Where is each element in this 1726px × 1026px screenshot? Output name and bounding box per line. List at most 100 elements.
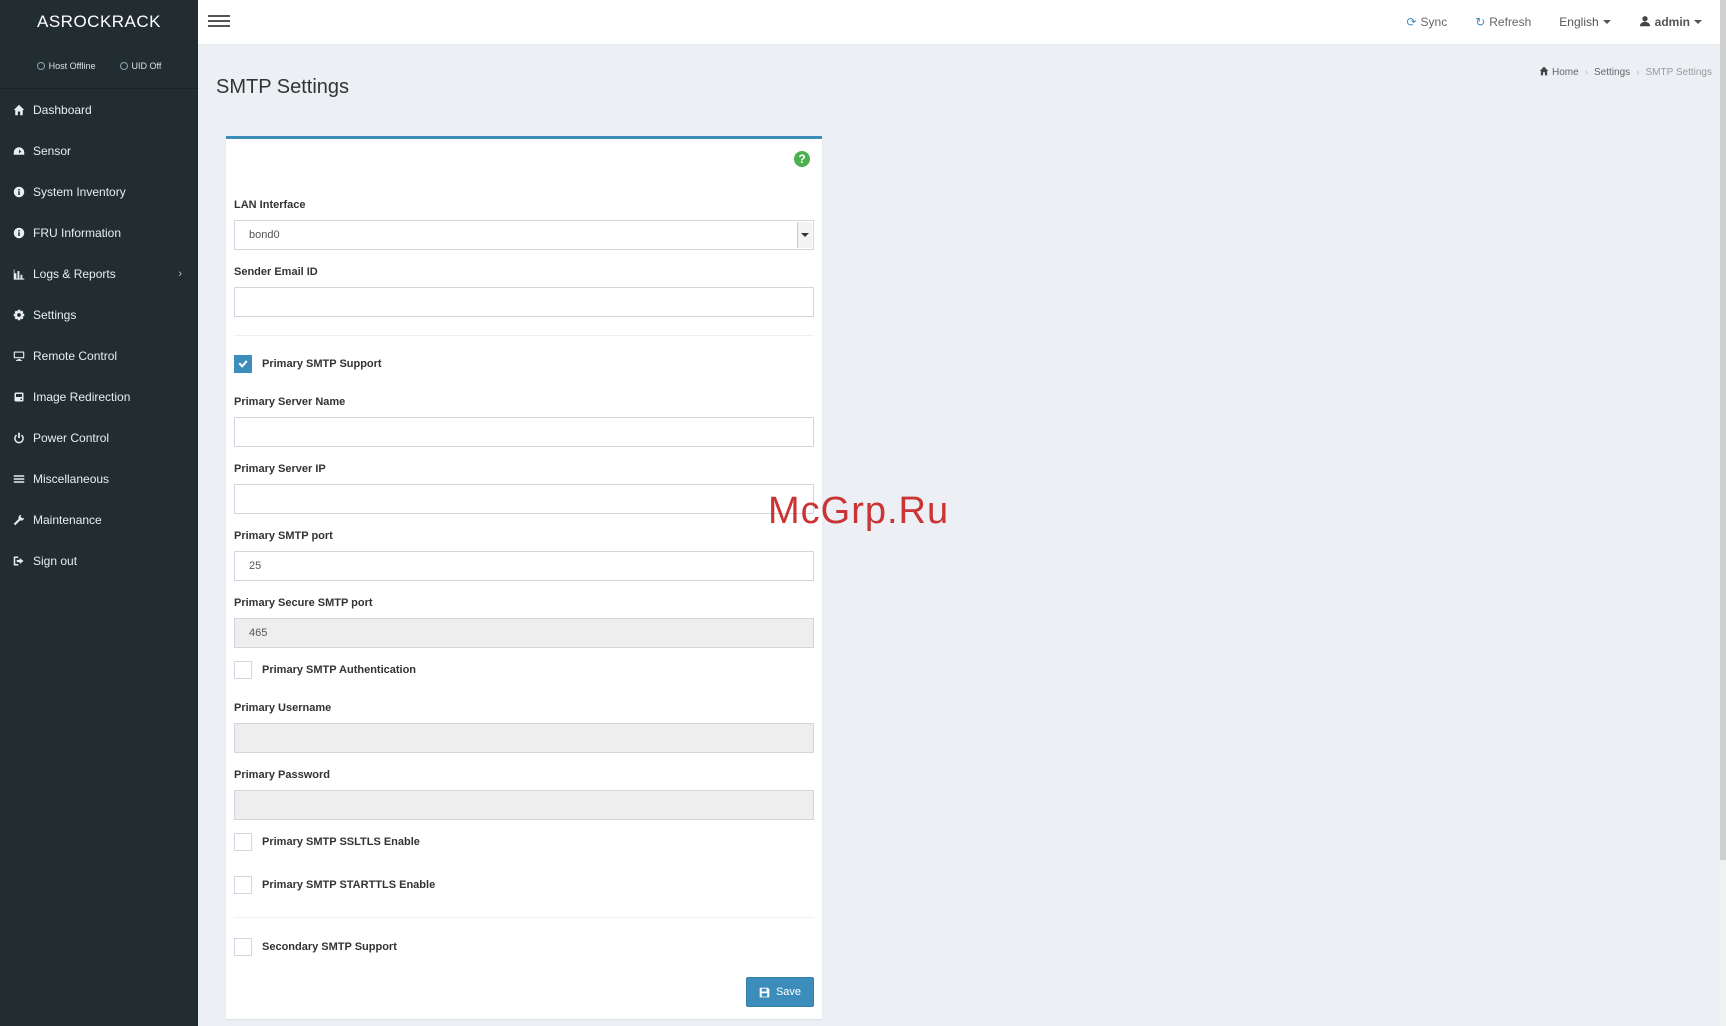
primary-server-ip-label: Primary Server IP <box>234 463 326 475</box>
home-icon <box>11 102 27 118</box>
save-button[interactable]: Save <box>746 977 814 1007</box>
page-scrollbar[interactable] <box>1720 0 1726 1026</box>
sidebar-item-label: Power Control <box>33 430 110 445</box>
topbar-actions: ⟳ Sync ↻ Refresh English admin <box>1406 0 1702 44</box>
power-status-icon <box>36 62 45 70</box>
sign-out-icon <box>11 553 27 569</box>
sidebar-item-system-inventory[interactable]: System Inventory <box>0 171 198 212</box>
section-divider <box>234 917 814 918</box>
help-icon[interactable]: ? <box>794 151 810 167</box>
bar-chart-icon <box>11 266 27 282</box>
breadcrumb-separator: › <box>1636 66 1640 78</box>
sidebar-item-label: Settings <box>33 307 77 322</box>
section-divider <box>234 335 814 336</box>
sidebar-item-label: Remote Control <box>33 348 118 363</box>
checkbox-unchecked-icon <box>234 876 252 894</box>
primary-server-ip-input[interactable] <box>234 484 814 514</box>
primary-smtp-support-label: Primary SMTP Support <box>262 358 382 370</box>
sidebar-item-power-control[interactable]: Power Control <box>0 417 198 458</box>
disk-drive-icon <box>11 389 27 405</box>
gear-icon <box>11 307 27 323</box>
wrench-icon <box>11 512 27 528</box>
sidebar-item-label: Sign out <box>33 553 78 568</box>
breadcrumb-settings[interactable]: Settings <box>1594 67 1630 78</box>
checkbox-checked-icon <box>234 355 252 373</box>
host-status-label: Host Offline <box>48 61 96 71</box>
sidebar-item-label: Dashboard <box>33 102 92 117</box>
sync-label: Sync <box>1420 15 1448 29</box>
primary-starttls-label: Primary SMTP STARTTLS Enable <box>262 879 436 891</box>
checkbox-unchecked-icon <box>234 661 252 679</box>
primary-username-input[interactable] <box>234 723 814 753</box>
primary-smtp-port-input[interactable] <box>234 551 814 581</box>
primary-ssltls-label: Primary SMTP SSLTLS Enable <box>262 836 420 848</box>
sidebar-item-label: Image Redirection <box>33 389 131 404</box>
sync-button[interactable]: ⟳ Sync <box>1406 15 1447 29</box>
dashboard-gauge-icon <box>11 143 27 159</box>
primary-password-input[interactable] <box>234 790 814 820</box>
sidebar-item-logs-reports[interactable]: Logs & Reports › <box>0 253 198 294</box>
primary-secure-smtp-port-input[interactable] <box>234 618 814 648</box>
breadcrumb-separator: › <box>1584 66 1588 78</box>
host-status: Host Offline <box>36 61 96 71</box>
save-label: Save <box>775 986 802 998</box>
hamburger-menu-icon[interactable] <box>208 12 230 32</box>
breadcrumb-home[interactable]: Home <box>1539 66 1579 78</box>
breadcrumb: Home › Settings › SMTP Settings <box>1539 66 1712 78</box>
sidebar-item-label: Logs & Reports <box>33 266 116 281</box>
brand-logo: ASROCKRACK <box>36 12 162 31</box>
sender-email-label: Sender Email ID <box>234 266 318 278</box>
uid-status[interactable]: UID Off <box>119 61 162 71</box>
caret-down-icon <box>1694 20 1702 24</box>
primary-smtp-support-checkbox[interactable]: Primary SMTP Support <box>234 355 382 373</box>
breadcrumb-home-label: Home <box>1551 67 1579 78</box>
floppy-disk-icon <box>759 987 770 997</box>
sidebar-item-settings[interactable]: Settings <box>0 294 198 335</box>
sidebar-item-fru-information[interactable]: FRU Information <box>0 212 198 253</box>
status-row: Host Offline UID Off <box>0 44 198 89</box>
sidebar-item-sign-out[interactable]: Sign out <box>0 540 198 581</box>
user-menu[interactable]: admin <box>1639 15 1702 30</box>
refresh-button[interactable]: ↻ Refresh <box>1475 15 1531 29</box>
sidebar-item-image-redirection[interactable]: Image Redirection <box>0 376 198 417</box>
sidebar-item-label: System Inventory <box>33 184 126 199</box>
topbar: ⟳ Sync ↻ Refresh English admin <box>198 0 1726 45</box>
user-icon <box>1639 15 1651 30</box>
primary-starttls-checkbox[interactable]: Primary SMTP STARTTLS Enable <box>234 876 435 894</box>
chevron-right-icon: › <box>178 267 182 280</box>
lan-interface-label: LAN Interface <box>234 199 306 211</box>
lan-interface-value: bond0 <box>249 229 280 241</box>
sidebar-item-label: Miscellaneous <box>33 471 110 486</box>
sidebar-item-dashboard[interactable]: Dashboard <box>0 89 198 130</box>
home-icon <box>1539 66 1549 76</box>
primary-smtp-auth-checkbox[interactable]: Primary SMTP Authentication <box>234 661 416 679</box>
caret-down-icon <box>1602 20 1611 24</box>
uid-status-label: UID Off <box>131 61 162 71</box>
secondary-smtp-support-checkbox[interactable]: Secondary SMTP Support <box>234 938 397 956</box>
primary-username-label: Primary Username <box>234 702 332 714</box>
primary-server-name-input[interactable] <box>234 417 814 447</box>
lan-interface-select[interactable]: bond0 <box>234 220 814 250</box>
sidebar-item-label: Maintenance <box>33 512 102 527</box>
uid-status-icon <box>119 62 128 70</box>
sidebar-item-maintenance[interactable]: Maintenance <box>0 499 198 540</box>
checkbox-unchecked-icon <box>234 938 252 956</box>
refresh-icon: ↻ <box>1475 15 1486 29</box>
sidebar-item-label: Sensor <box>33 143 72 158</box>
checkbox-unchecked-icon <box>234 833 252 851</box>
sidebar-item-remote-control[interactable]: Remote Control <box>0 335 198 376</box>
sender-email-input[interactable] <box>234 287 814 317</box>
select-arrow-icon <box>797 222 812 248</box>
language-label: English <box>1559 15 1599 29</box>
primary-ssltls-checkbox[interactable]: Primary SMTP SSLTLS Enable <box>234 833 420 851</box>
sidebar-item-sensor[interactable]: Sensor <box>0 130 198 171</box>
list-icon <box>11 471 27 487</box>
language-dropdown[interactable]: English <box>1559 15 1611 29</box>
sidebar-item-miscellaneous[interactable]: Miscellaneous <box>0 458 198 499</box>
monitor-icon <box>11 348 27 364</box>
watermark: McGrp.Ru <box>768 490 950 532</box>
page-title: SMTP Settings <box>216 76 350 98</box>
info-circle-icon <box>11 184 27 200</box>
scrollbar-thumb[interactable] <box>1720 0 1726 860</box>
user-name: admin <box>1654 15 1690 29</box>
